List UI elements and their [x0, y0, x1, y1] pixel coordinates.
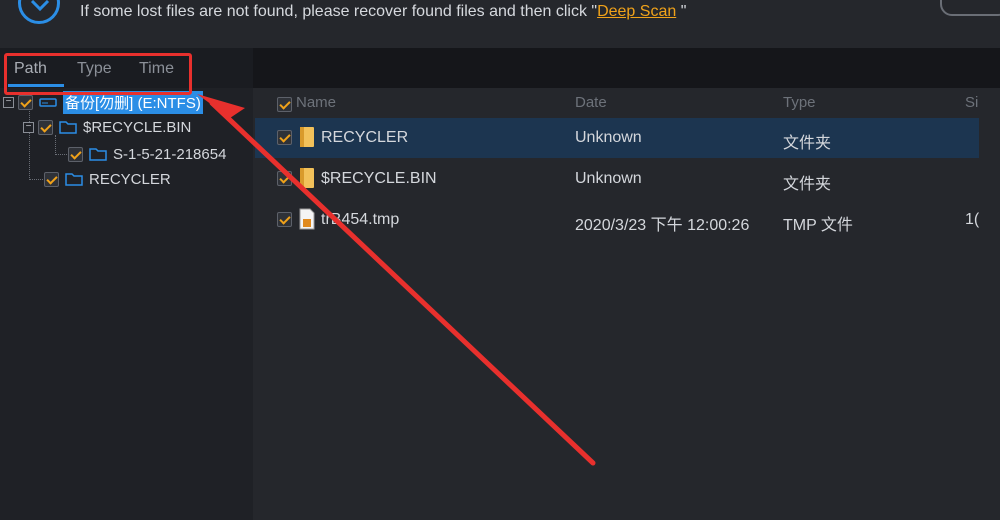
column-header-type[interactable]: Type	[783, 94, 816, 111]
select-all-checkbox[interactable]	[277, 97, 292, 112]
tree-guide-line	[29, 179, 43, 180]
deep-scan-link[interactable]: Deep Scan	[597, 3, 676, 20]
active-tab-indicator	[8, 84, 64, 87]
banner-message: If some lost files are not found, please…	[80, 3, 686, 21]
row-checkbox[interactable]	[277, 171, 292, 186]
tree-item-recycle-bin[interactable]: − $RECYCLE.BIN	[23, 116, 191, 138]
row-date: Unknown	[575, 170, 642, 187]
banner-message-suffix: "	[680, 3, 687, 20]
row-size: 1(	[965, 211, 980, 228]
folder-icon	[65, 173, 83, 186]
column-header-date[interactable]: Date	[575, 94, 607, 111]
tree-item-label: $RECYCLE.BIN	[83, 118, 192, 136]
view-tabs: Path Type Time	[0, 48, 1000, 88]
folder-icon	[89, 148, 107, 161]
drive-icon	[39, 98, 57, 107]
table-row[interactable]: RECYCLER Unknown 文件夹	[255, 118, 979, 158]
row-checkbox[interactable]	[277, 212, 292, 227]
tree-guide-line	[55, 154, 69, 155]
row-checkbox[interactable]	[277, 130, 292, 145]
banner-message-prefix: If some lost files are not found, please…	[80, 3, 598, 20]
banner-action-button[interactable]	[940, 0, 1000, 16]
folder-icon	[300, 168, 314, 188]
temp-file-icon	[299, 208, 315, 230]
tree-root[interactable]: − 备份[勿删] (E:NTFS)	[3, 90, 203, 114]
collapse-icon[interactable]: −	[3, 96, 14, 108]
column-header-name[interactable]: Name	[296, 94, 336, 111]
tree-item-sid[interactable]: S-1-5-21-218654	[68, 143, 226, 165]
scan-complete-icon	[18, 0, 60, 24]
row-date: 2020/3/23 下午 12:00:26	[575, 217, 750, 234]
row-type: 文件夹	[783, 135, 832, 152]
scan-banner: If some lost files are not found, please…	[0, 0, 1000, 48]
tree-item-label: RECYCLER	[89, 170, 171, 188]
tab-type[interactable]: Type	[77, 60, 112, 78]
file-list[interactable]: Name Date Type Si RECYCLER Unknown 文件夹 $…	[253, 88, 1000, 520]
tree-checkbox[interactable]	[38, 119, 53, 135]
row-type: 文件夹	[783, 176, 832, 193]
tree-checkbox[interactable]	[18, 94, 33, 110]
table-row[interactable]: $RECYCLE.BIN Unknown 文件夹	[255, 159, 979, 199]
folder-tree[interactable]: − 备份[勿删] (E:NTFS) − $RECYCLE.BIN S-1-5-2…	[0, 88, 253, 520]
row-name: $RECYCLE.BIN	[321, 170, 437, 187]
row-name: RECYCLER	[321, 129, 409, 146]
tree-root-label: 备份[勿删] (E:NTFS)	[63, 90, 203, 114]
tree-item-recycler[interactable]: RECYCLER	[44, 168, 171, 190]
column-header-size[interactable]: Si	[965, 94, 978, 111]
table-row[interactable]: trB454.tmp 2020/3/23 下午 12:00:26 TMP 文件 …	[255, 200, 979, 240]
tree-item-label: S-1-5-21-218654	[113, 145, 227, 163]
tree-guide-line	[29, 102, 30, 180]
collapse-icon[interactable]: −	[23, 121, 34, 133]
tree-checkbox[interactable]	[44, 171, 59, 187]
folder-icon	[300, 127, 314, 147]
tab-path[interactable]: Path	[14, 60, 47, 78]
tree-checkbox[interactable]	[68, 146, 83, 162]
folder-icon	[59, 121, 77, 134]
tree-guide-line	[55, 135, 56, 155]
tab-time[interactable]: Time	[139, 60, 174, 78]
row-type: TMP 文件	[783, 217, 853, 234]
row-date: Unknown	[575, 129, 642, 146]
tabs-bar-filler	[253, 48, 1000, 88]
row-name: trB454.tmp	[321, 211, 400, 228]
